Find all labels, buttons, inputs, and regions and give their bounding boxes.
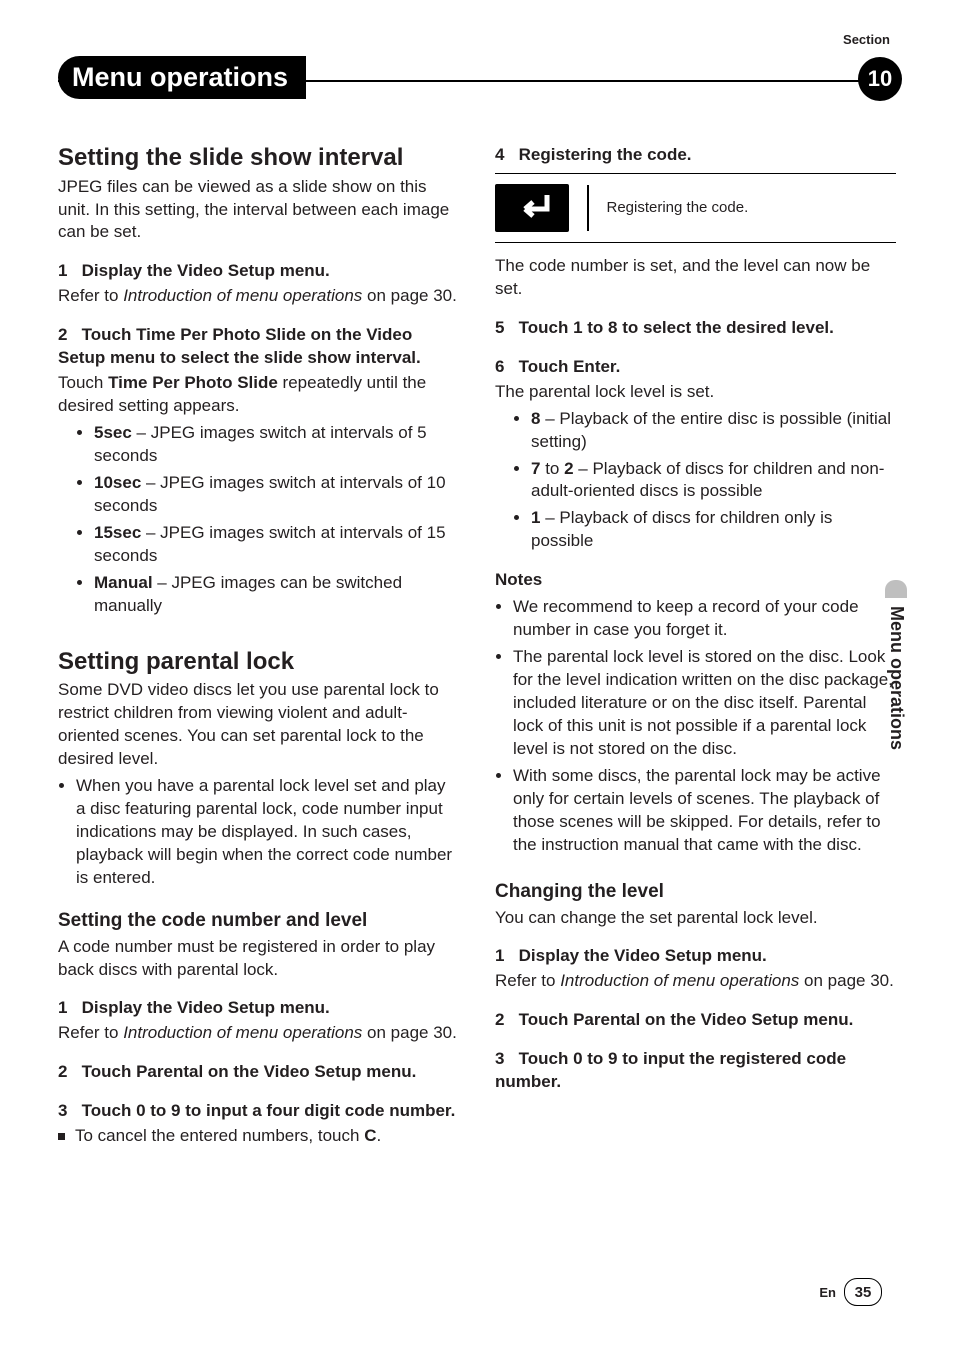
step: 3 Touch 0 to 9 to input the registered c…	[495, 1048, 896, 1094]
list-item: 1 – Playback of discs for children only …	[531, 507, 896, 553]
body-text: You can change the set parental lock lev…	[495, 907, 896, 930]
body-text: Touch Time Per Photo Slide repeatedly un…	[58, 372, 459, 418]
step: 1 Display the Video Setup menu.	[495, 945, 896, 968]
step: 2 Touch Parental on the Video Setup menu…	[495, 1009, 896, 1032]
body-text: The code number is set, and the level ca…	[495, 255, 896, 301]
step: 1 Display the Video Setup menu.	[58, 260, 459, 283]
heading-parental-lock: Setting parental lock	[58, 648, 459, 676]
list-item: Manual – JPEG images can be switched man…	[94, 572, 459, 618]
body-text: JPEG files can be viewed as a slide show…	[58, 176, 459, 245]
list-item: 15sec – JPEG images switch at intervals …	[94, 522, 459, 568]
right-column: 4 Registering the code. Registering the …	[495, 144, 896, 1152]
option-list: 5sec – JPEG images switch at intervals o…	[94, 422, 459, 618]
section-number-badge: 10	[858, 57, 902, 101]
list-item: When you have a parental lock level set …	[76, 775, 459, 890]
step: 6 Touch Enter.	[495, 356, 896, 379]
step: 4 Registering the code.	[495, 144, 896, 167]
content-columns: Setting the slide show interval JPEG fil…	[58, 144, 896, 1152]
body-text: Some DVD video discs let you use parenta…	[58, 679, 459, 771]
body-text: Refer to Introduction of menu operations…	[58, 1022, 459, 1045]
body-text: The parental lock level is set.	[495, 381, 896, 404]
side-tab-label: Menu operations	[886, 606, 907, 750]
chapter-banner: Menu operations 10	[58, 56, 896, 102]
enter-icon	[495, 184, 569, 232]
page-number-badge: 35	[844, 1278, 882, 1306]
list-item: The parental lock level is stored on the…	[513, 646, 896, 761]
figure-caption: Registering the code.	[607, 199, 749, 216]
left-column: Setting the slide show interval JPEG fil…	[58, 144, 459, 1152]
option-list: 8 – Playback of the entire disc is possi…	[531, 408, 896, 554]
note-list: When you have a parental lock level set …	[76, 775, 459, 890]
chapter-title: Menu operations	[58, 56, 306, 99]
section-label: Section	[843, 32, 890, 47]
page: Section Menu operations 10 Setting the s…	[0, 0, 954, 1352]
list-item: 5sec – JPEG images switch at intervals o…	[94, 422, 459, 468]
heading-slide-show: Setting the slide show interval	[58, 144, 459, 172]
list-item: 8 – Playback of the entire disc is possi…	[531, 408, 896, 454]
notes-heading: Notes	[495, 569, 896, 592]
list-item: With some discs, the parental lock may b…	[513, 765, 896, 857]
list-item: 7 to 2 – Playback of discs for children …	[531, 458, 896, 504]
side-tab: Menu operations	[886, 580, 906, 810]
body-text: To cancel the entered numbers, touch C.	[58, 1125, 459, 1148]
side-tab-cap	[885, 580, 907, 598]
footer-language: En	[819, 1285, 836, 1300]
list-item: We recommend to keep a record of your co…	[513, 596, 896, 642]
body-text: A code number must be registered in orde…	[58, 936, 459, 982]
body-text: Refer to Introduction of menu operations…	[495, 970, 896, 993]
step: 3 Touch 0 to 9 to input a four digit cod…	[58, 1100, 459, 1123]
heading-changing-level: Changing the level	[495, 881, 896, 903]
step: 2 Touch Time Per Photo Slide on the Vide…	[58, 324, 459, 370]
notes-list: We recommend to keep a record of your co…	[513, 596, 896, 856]
figure-registering-code: Registering the code.	[495, 173, 896, 243]
step: 1 Display the Video Setup menu.	[58, 997, 459, 1020]
page-footer: En 35	[819, 1278, 882, 1306]
heading-code-level: Setting the code number and level	[58, 910, 459, 932]
body-text: Refer to Introduction of menu operations…	[58, 285, 459, 308]
list-item: 10sec – JPEG images switch at intervals …	[94, 472, 459, 518]
square-bullet-icon	[58, 1133, 65, 1140]
step: 5 Touch 1 to 8 to select the desired lev…	[495, 317, 896, 340]
step: 2 Touch Parental on the Video Setup menu…	[58, 1061, 459, 1084]
vertical-divider	[587, 185, 589, 231]
